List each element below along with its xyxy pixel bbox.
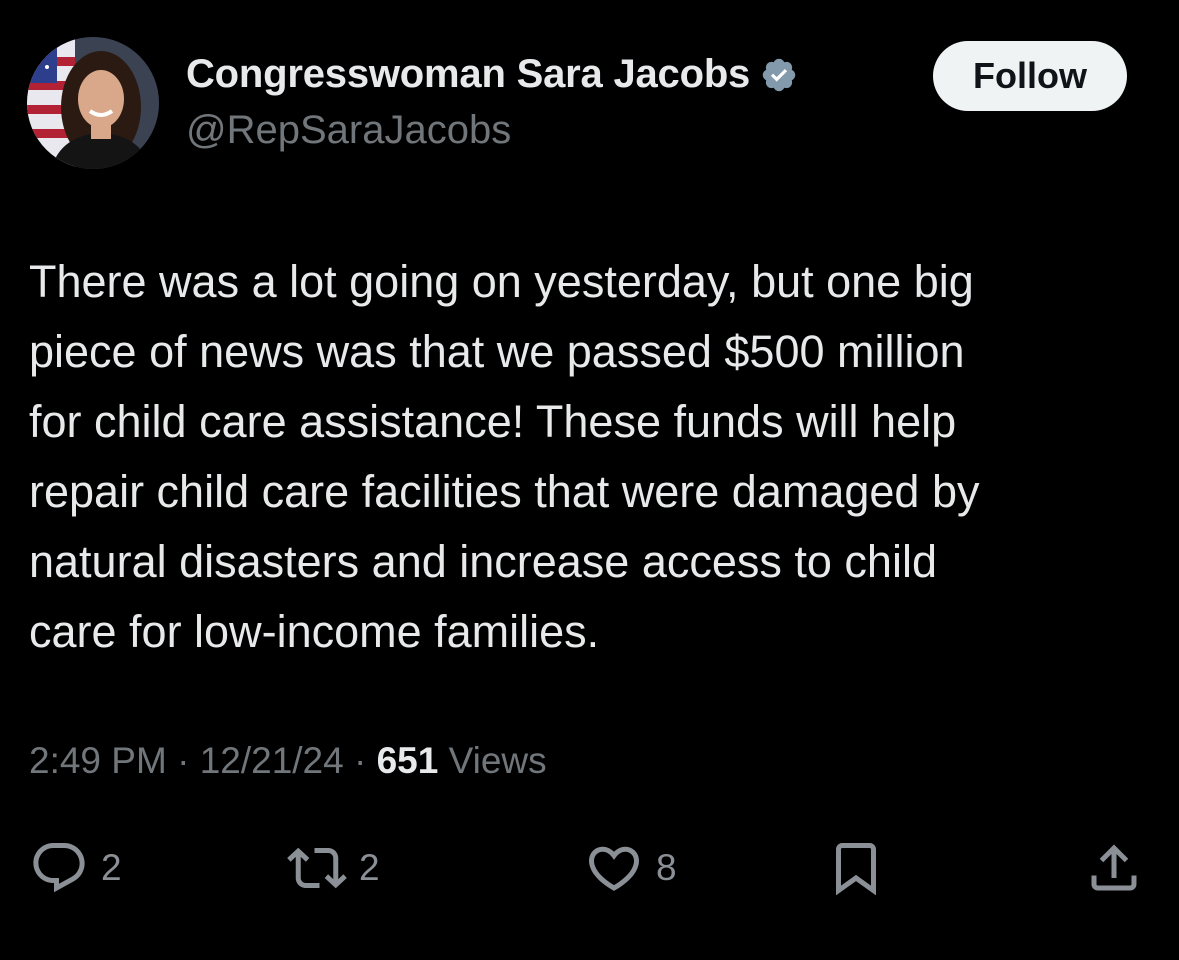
tweet-text: There was a lot going on yesterday, but … [29,247,1149,667]
tweet-text-line: piece of news was that we passed $500 mi… [29,326,965,377]
bookmark-icon [836,843,876,896]
share-icon [1091,844,1137,891]
display-name[interactable]: Congresswoman Sara Jacobs [186,52,750,97]
avatar[interactable] [27,37,159,169]
tweet-text-line: natural disasters and increase access to… [29,536,937,587]
share-button[interactable] [1084,838,1144,898]
tweet: Congresswoman Sara Jacobs @RepSaraJacobs… [0,0,1179,960]
like-count: 8 [656,847,677,888]
bookmark-button[interactable] [826,838,886,898]
heart-icon [588,846,640,891]
tweet-text-line: care for low-income families. [29,606,600,657]
handle[interactable]: @RepSaraJacobs [186,108,511,153]
name-row: Congresswoman Sara Jacobs [186,52,798,97]
verified-badge-icon [760,56,798,94]
tweet-time[interactable]: 2:49 PM [29,740,167,781]
tweet-text-line: repair child care facilities that were d… [29,466,980,517]
meta-separator: · [343,740,377,781]
retweet-icon [287,847,347,889]
views-label: Views [438,740,547,781]
retweet-button[interactable]: 2 [287,838,380,898]
tweet-text-line: There was a lot going on yesterday, but … [29,256,974,307]
meta-separator: · [166,740,200,781]
retweet-count: 2 [359,847,380,888]
like-button[interactable]: 8 [584,838,677,898]
tweet-text-line: for child care assistance! These funds w… [29,396,957,447]
reply-icon [33,843,85,893]
tweet-meta: 2:49 PM · 12/21/24 · 651 Views [29,740,547,782]
tweet-date[interactable]: 12/21/24 [200,740,344,781]
reply-button[interactable]: 2 [29,838,122,898]
reply-count: 2 [101,847,122,888]
avatar-image [27,37,159,169]
views-count: 651 [376,740,439,781]
follow-button[interactable]: Follow [933,41,1127,111]
